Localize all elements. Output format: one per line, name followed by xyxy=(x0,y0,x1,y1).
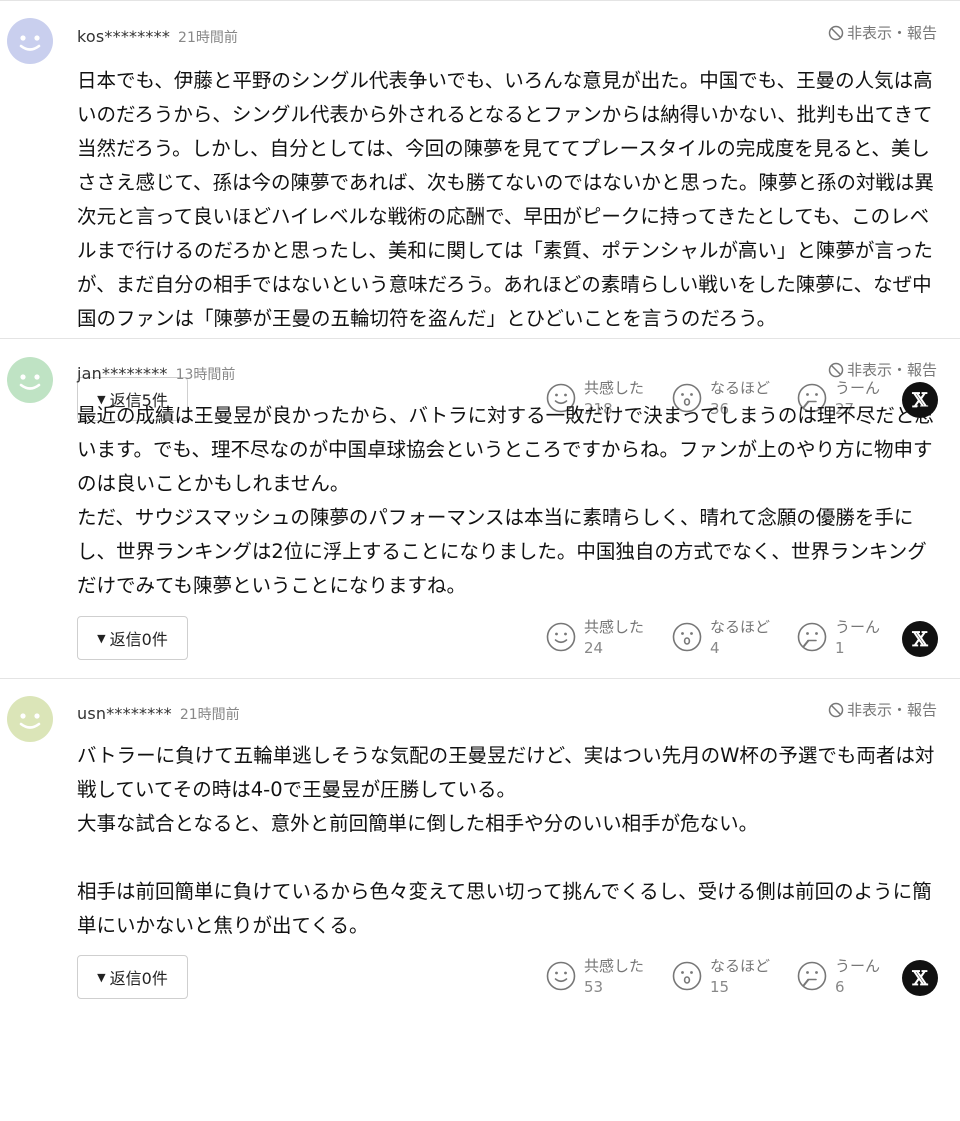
hmm-reaction-button[interactable]: うーん 1 xyxy=(797,617,880,659)
hide-report-button[interactable]: 非表示・報告 xyxy=(828,359,937,380)
username[interactable]: usn******** xyxy=(77,704,172,723)
reply-toggle-button[interactable]: ▼ 返信0件 xyxy=(77,955,188,999)
reaction-count: 24 xyxy=(584,639,604,657)
avatar[interactable] xyxy=(7,18,53,64)
comment-item: kos******** 21時間前 非表示・報告 日本でも、伊藤と平野のシングル代… xyxy=(0,0,960,421)
reaction-label: なるほど xyxy=(710,618,771,636)
comment-text: 最近の成績は王曼昱が良かったから、バトラに対する一敗だけで決まってしまうのは理不… xyxy=(77,404,934,597)
hide-report-button[interactable]: 非表示・報告 xyxy=(828,699,937,720)
username[interactable]: jan******** xyxy=(77,364,168,383)
x-logo-icon: 𝕏 xyxy=(912,966,928,990)
thinking-face-icon xyxy=(797,622,827,652)
hide-report-label: 非表示・報告 xyxy=(846,701,937,719)
triangle-down-icon: ▼ xyxy=(97,970,106,984)
reaction-count: 53 xyxy=(584,978,604,996)
avatar-face-icon xyxy=(7,357,53,403)
block-icon xyxy=(828,702,844,717)
comment-item: usn******** 21時間前 非表示・報告 バトラーに負けて五輪単逃しそうな… xyxy=(0,679,960,1019)
reply-toggle-button[interactable]: ▼ 返信0件 xyxy=(77,616,188,660)
reaction-count: 15 xyxy=(710,978,730,996)
x-share-button[interactable]: 𝕏 xyxy=(902,960,938,996)
reaction-label: うーん xyxy=(835,618,881,636)
hide-report-label: 非表示・報告 xyxy=(846,24,937,42)
smile-face-icon xyxy=(546,961,576,991)
empathy-reaction-button[interactable]: 共感した 53 xyxy=(546,956,644,998)
hide-report-button[interactable]: 非表示・報告 xyxy=(828,22,937,43)
x-logo-icon: 𝕏 xyxy=(912,627,928,651)
avatar[interactable] xyxy=(7,357,53,403)
reaction-label: なるほど xyxy=(710,957,771,975)
avatar[interactable] xyxy=(7,696,53,742)
block-icon xyxy=(828,25,844,40)
reaction-count: 6 xyxy=(835,978,845,996)
username[interactable]: kos******** xyxy=(77,27,170,46)
insight-reaction-button[interactable]: なるほど 4 xyxy=(672,617,770,659)
comment-meta: usn******** 21時間前 xyxy=(77,704,240,725)
x-share-button[interactable]: 𝕏 xyxy=(902,621,938,657)
reply-count-label: 返信0件 xyxy=(109,630,168,649)
reaction-label: 共感した xyxy=(584,618,645,636)
smile-face-icon xyxy=(546,622,576,652)
reaction-count: 4 xyxy=(710,639,720,657)
hide-report-label: 非表示・報告 xyxy=(846,361,937,379)
comment-meta: jan******** 13時間前 xyxy=(77,364,235,385)
hmm-reaction-button[interactable]: うーん 6 xyxy=(797,956,880,998)
avatar-face-icon xyxy=(7,18,53,64)
surprised-face-icon xyxy=(672,622,702,652)
thinking-face-icon xyxy=(797,961,827,991)
reaction-label: 共感した xyxy=(584,957,645,975)
block-icon xyxy=(828,362,844,377)
insight-reaction-button[interactable]: なるほど 15 xyxy=(672,956,770,998)
reply-count-label: 返信0件 xyxy=(109,969,168,988)
comment-meta: kos******** 21時間前 xyxy=(77,27,238,48)
avatar-face-icon xyxy=(7,696,53,742)
timestamp: 21時間前 xyxy=(179,707,240,723)
comment-item: jan******** 13時間前 非表示・報告 最近の成績は王曼昱が良かったから… xyxy=(0,339,960,679)
timestamp: 13時間前 xyxy=(175,367,236,383)
reaction-count: 1 xyxy=(835,639,845,657)
surprised-face-icon xyxy=(672,961,702,991)
comment-text: バトラーに負けて五輪単逃しそうな気配の王曼昱だけど、実はつい先月のW杯の予選でも… xyxy=(77,744,935,937)
reaction-label: うーん xyxy=(835,957,881,975)
empathy-reaction-button[interactable]: 共感した 24 xyxy=(546,617,644,659)
timestamp: 21時間前 xyxy=(178,30,238,46)
triangle-down-icon: ▼ xyxy=(97,631,106,645)
comment-text: 日本でも、伊藤と平野のシングル代表争いでも、いろんな意見が出た。中国でも、王曼の… xyxy=(77,69,934,330)
